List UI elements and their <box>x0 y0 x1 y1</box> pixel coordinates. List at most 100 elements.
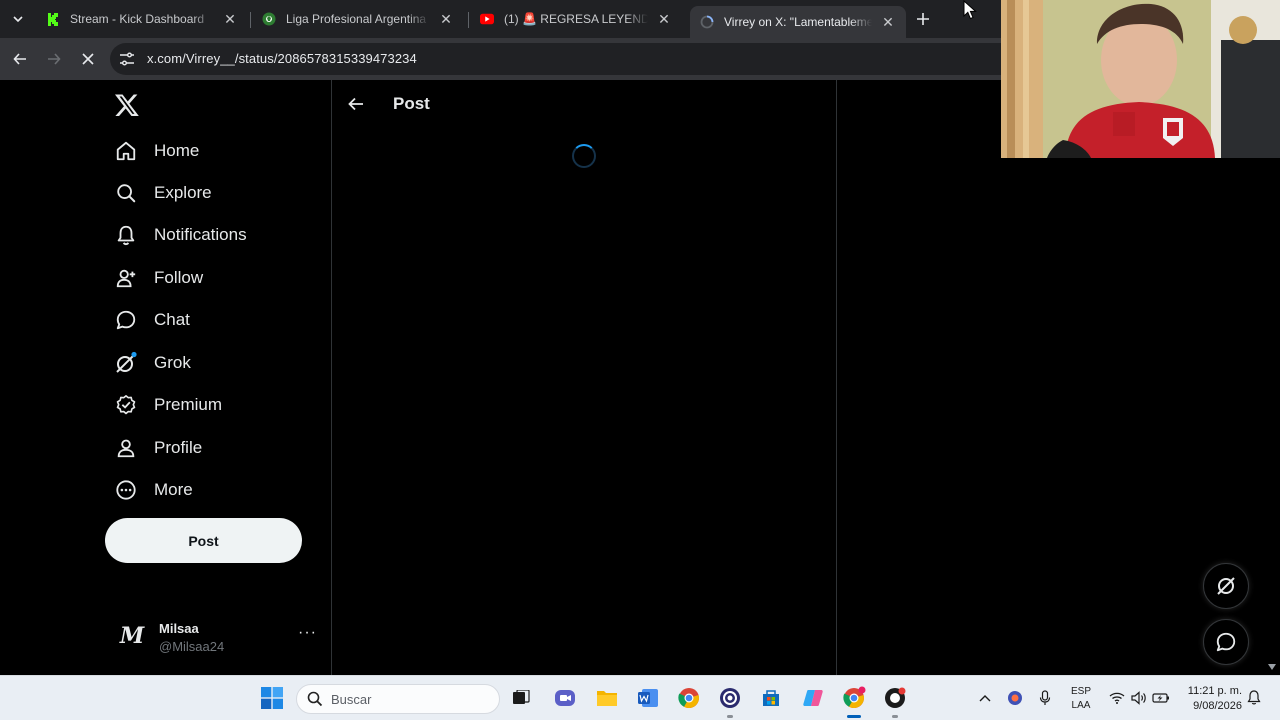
account-handle: @Milsaa24 <box>159 639 225 654</box>
tray-app-icon[interactable] <box>1002 685 1028 711</box>
speaker-icon <box>1131 691 1146 705</box>
home-icon <box>106 131 146 171</box>
bell-icon <box>1247 690 1261 705</box>
sidebar-item-label: Explore <box>154 183 212 202</box>
url-text[interactable]: x.com/Virrey__/status/208657831533947323… <box>147 51 417 66</box>
back-arrow-button[interactable] <box>344 92 368 116</box>
taskbar-app-file-explorer[interactable] <box>594 685 620 711</box>
start-button[interactable] <box>259 685 285 711</box>
clock-date: 9/08/2026 <box>1193 700 1242 712</box>
store-icon <box>763 690 779 706</box>
chevron-down-icon <box>13 16 23 23</box>
close-tab-icon[interactable]: ✕ <box>222 11 238 27</box>
mouse-cursor-icon <box>963 0 977 20</box>
tab-kick-dashboard[interactable]: Stream - Kick Dashboard ✕ <box>36 6 248 32</box>
sidebar-item-grok[interactable]: Grok <box>106 343 191 383</box>
tab-liga-profesional[interactable]: Liga Profesional Argentina - PC ✕ <box>252 6 464 32</box>
new-tab-button[interactable] <box>912 8 934 30</box>
sidebar-item-chat[interactable]: Chat <box>106 300 190 340</box>
sidebar-item-label: Home <box>154 141 200 160</box>
sidebar-item-premium[interactable]: Premium <box>106 385 222 425</box>
sidebar-item-explore[interactable]: Explore <box>106 173 212 213</box>
search-placeholder: Buscar <box>331 692 372 707</box>
task-view-button[interactable] <box>508 685 534 711</box>
arrow-left-icon <box>348 97 363 111</box>
language-code: ESP <box>1070 686 1091 697</box>
show-hidden-icons-button[interactable] <box>972 685 998 711</box>
tab-virrey-post[interactable]: Virrey on X: "Lamentablemente ✕ <box>690 6 906 38</box>
tab-title: (1) 🚨 REGRESA LEYENDA AL A <box>504 12 648 26</box>
tab-search-button[interactable] <box>6 8 30 30</box>
webcam-person-image <box>1001 0 1280 158</box>
person-plus-icon <box>106 258 146 298</box>
plus-icon <box>917 13 929 25</box>
taskbar-app-store[interactable] <box>758 685 784 711</box>
webcam-overlay <box>1001 0 1280 158</box>
site-info-icon[interactable] <box>118 50 136 68</box>
input-language-indicator[interactable]: ESP LAA <box>1065 685 1097 713</box>
back-button[interactable] <box>8 47 32 71</box>
chat-bubble-icon <box>1216 632 1236 652</box>
stop-loading-button[interactable] <box>76 47 100 71</box>
taskbar-app-chrome-active[interactable] <box>841 685 867 711</box>
taskbar-app-meet[interactable] <box>552 685 578 711</box>
sidebar-item-home[interactable]: Home <box>106 131 199 171</box>
sidebar-item-more[interactable]: More <box>106 470 193 510</box>
grok-icon <box>1217 577 1235 595</box>
windows-taskbar: Buscar ESP LAA 11:21 p. m. 9/08/2026 <box>0 675 1280 720</box>
scroll-down-arrow[interactable] <box>1266 662 1278 672</box>
tab-separator <box>250 12 251 28</box>
notifications-button[interactable] <box>1241 685 1267 711</box>
sidebar-item-label: Grok <box>154 353 191 372</box>
chevron-up-icon <box>979 695 991 702</box>
tray-shield-icon <box>1008 691 1022 705</box>
chrome-profile-icon <box>843 686 866 709</box>
battery-status[interactable] <box>1148 685 1174 711</box>
taskbar-app-chrome[interactable] <box>676 685 702 711</box>
close-tab-icon[interactable]: ✕ <box>438 11 454 27</box>
forward-button[interactable] <box>42 47 66 71</box>
microphone-icon <box>1039 690 1051 705</box>
keyboard-layout: LAA <box>1071 700 1091 711</box>
taskbar-app-recorder[interactable] <box>882 685 908 711</box>
active-indicator <box>847 715 861 718</box>
close-tab-icon[interactable]: ✕ <box>880 14 896 30</box>
account-name: Milsaa <box>159 621 199 636</box>
kick-icon <box>46 12 60 26</box>
grok-floating-button[interactable] <box>1203 563 1249 609</box>
account-switcher[interactable]: M Milsaa @Milsaa24 ··· <box>110 614 320 658</box>
tab-title: Liga Profesional Argentina - PC <box>286 12 430 26</box>
x-logo-icon[interactable] <box>114 92 140 118</box>
taskbar-app-obs[interactable] <box>717 685 743 711</box>
arrow-right-icon <box>48 53 61 65</box>
taskbar-app-word[interactable] <box>635 685 661 711</box>
tab-youtube-video[interactable]: (1) 🚨 REGRESA LEYENDA AL A ✕ <box>470 6 682 32</box>
sidebar-item-label: Follow <box>154 268 204 287</box>
sidebar-item-profile[interactable]: Profile <box>106 428 202 468</box>
close-tab-icon[interactable]: ✕ <box>656 11 672 27</box>
page-title: Post <box>393 94 430 113</box>
taskbar-app-copilot[interactable] <box>800 685 826 711</box>
chat-bubble-icon <box>106 300 146 340</box>
more-circle-icon <box>106 470 146 510</box>
taskbar-search-input[interactable]: Buscar <box>296 684 500 714</box>
triangle-down-icon <box>1268 664 1276 670</box>
record-icon <box>885 687 906 708</box>
microphone-button[interactable] <box>1032 685 1058 711</box>
chat-floating-button[interactable] <box>1203 619 1249 665</box>
folder-icon <box>597 691 617 706</box>
tab-separator <box>468 12 469 28</box>
sidebar-item-follow[interactable]: Follow <box>106 258 203 298</box>
x-page: Home Explore Notifications Follow Chat G… <box>0 80 1280 675</box>
battery-charging-icon <box>1152 693 1169 703</box>
bell-icon <box>106 215 146 255</box>
more-dots-icon[interactable]: ··· <box>298 624 317 642</box>
sidebar-item-notifications[interactable]: Notifications <box>106 215 247 255</box>
post-column: Post <box>331 80 837 675</box>
taskbar-clock[interactable]: 11:21 p. m. 9/08/2026 <box>1176 684 1242 714</box>
obs-icon <box>720 688 740 708</box>
running-indicator <box>727 715 733 718</box>
person-icon <box>106 428 146 468</box>
compose-post-button[interactable]: Post <box>105 518 302 563</box>
sidebar-item-label: Chat <box>154 310 190 329</box>
